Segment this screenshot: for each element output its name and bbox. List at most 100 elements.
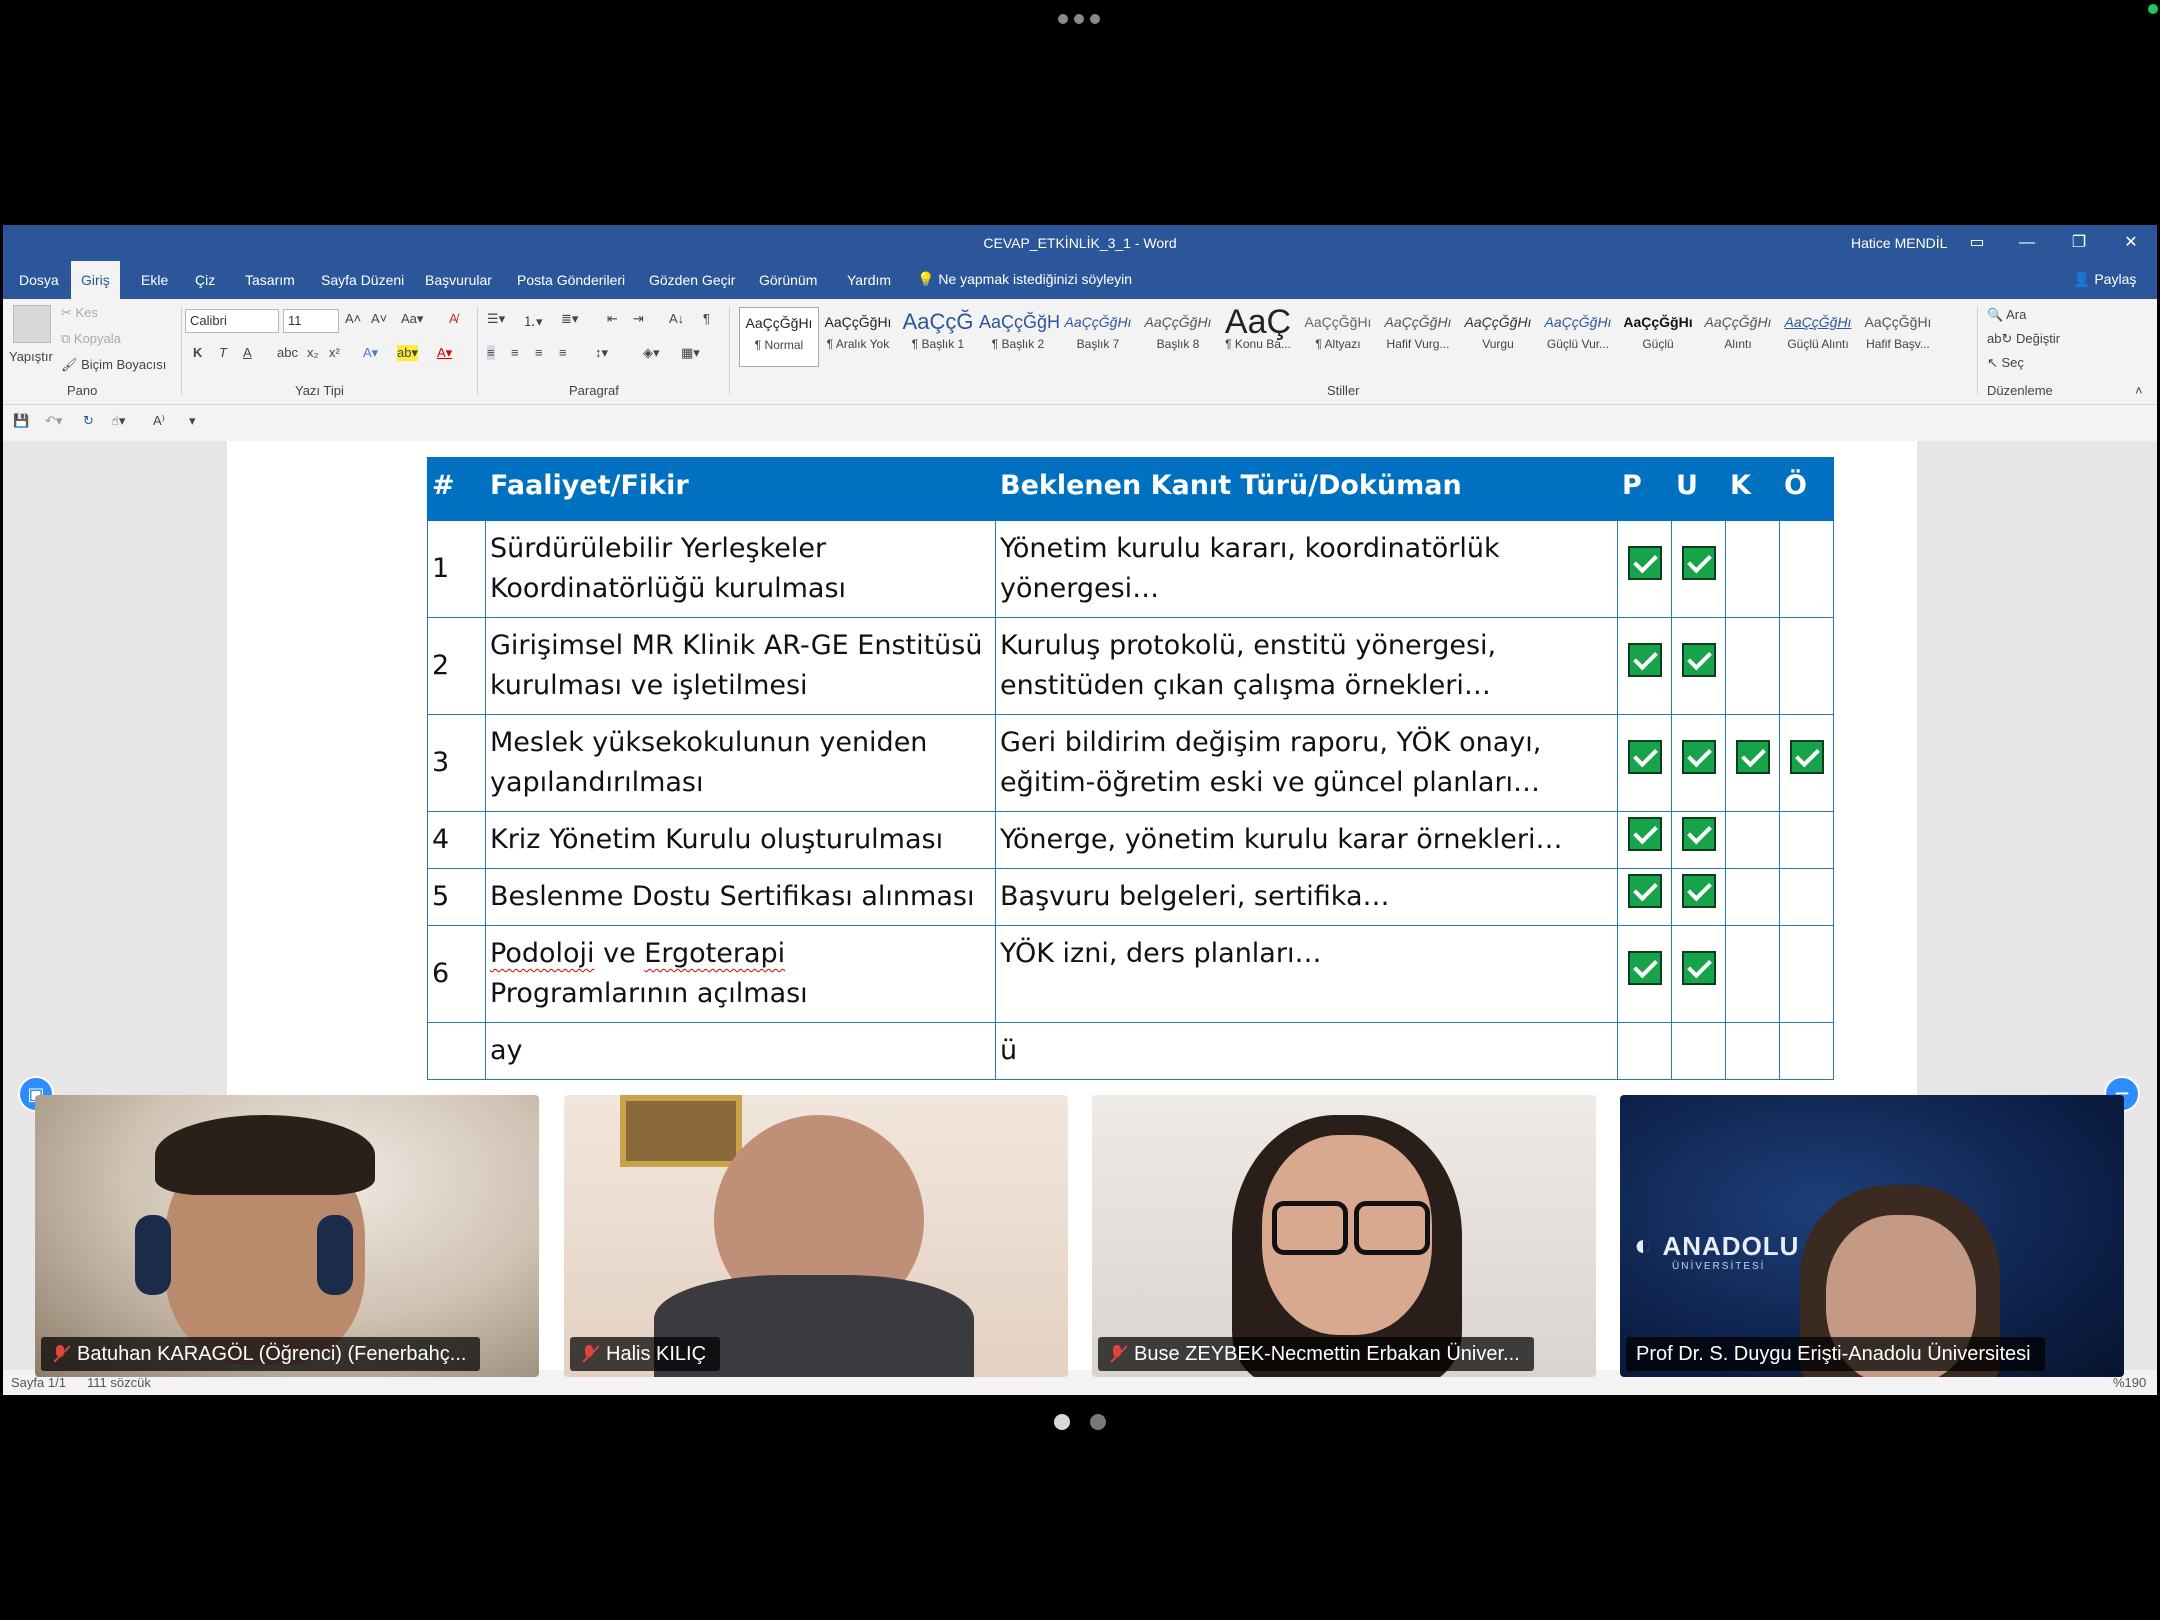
font-color-icon[interactable]: A▾	[437, 345, 452, 361]
tab-gozden-gecir[interactable]: Gözden Geçir	[639, 261, 745, 299]
style-item[interactable]: AaÇçĞğHı Güçlü	[1619, 307, 1697, 365]
subscript-icon[interactable]: x₂	[307, 345, 319, 360]
check-cell	[1617, 617, 1672, 715]
justify-icon[interactable]: ≡	[559, 345, 567, 360]
activity-cell: Sürdürülebilir Yerleşkeler Koordinatörlü…	[485, 520, 996, 618]
header-p: P	[1617, 457, 1672, 521]
find-button[interactable]: 🔍 Ara	[1987, 307, 2026, 323]
text-effects-icon[interactable]: A▾	[363, 345, 378, 361]
scissors-icon: ✂	[61, 305, 76, 320]
save-icon[interactable]: 💾	[13, 413, 29, 429]
decrease-indent-icon[interactable]: ⇤	[607, 311, 618, 327]
tell-me-search[interactable]: 💡 Ne yapmak istediğinizi söyleyin	[917, 271, 1132, 288]
tab-sayfa-duzeni[interactable]: Sayfa Düzeni	[311, 261, 414, 299]
superscript-icon[interactable]: x²	[329, 345, 340, 360]
minimize-icon[interactable]: —	[2007, 229, 2047, 257]
more-options-icon[interactable]	[1058, 14, 1102, 26]
grow-font-icon[interactable]: A˄	[345, 311, 361, 326]
style-item[interactable]: AaÇçĞğH ¶ Başlık 2	[979, 307, 1060, 365]
multilevel-list-icon[interactable]: ≣▾	[561, 311, 578, 327]
clipboard-icon[interactable]	[13, 305, 51, 343]
numbering-icon[interactable]: ⒈▾	[523, 311, 543, 330]
style-item[interactable]: AaÇçĞğHı Hafif Vurg...	[1379, 307, 1457, 365]
share-button[interactable]: 👤 Paylaş	[2073, 271, 2136, 288]
font-name-select[interactable]: Calibri	[185, 309, 279, 333]
video-tile-3[interactable]: Buse ZEYBEK-Necmettin Erbakan Üniver...	[1092, 1095, 1596, 1377]
line-spacing-icon[interactable]: ↕▾	[595, 345, 608, 361]
check-cell	[1779, 925, 1834, 1023]
undo-icon[interactable]: ↶▾	[45, 413, 62, 429]
strikethrough-icon[interactable]: abc	[277, 345, 298, 360]
style-item[interactable]: AaÇ ¶ Konu Ba...	[1219, 305, 1297, 365]
page-count[interactable]: Sayfa 1/1	[11, 1375, 66, 1390]
style-name: ¶ Konu Ba...	[1225, 337, 1291, 351]
shading-icon[interactable]: ◈▾	[643, 345, 660, 361]
copy-icon: ⧉	[61, 331, 74, 346]
cursor-icon: ↖	[1987, 355, 2002, 370]
style-item[interactable]: AaÇçĞğHı Başlık 7	[1059, 307, 1137, 365]
restore-icon[interactable]: ❐	[2059, 229, 2099, 257]
align-center-icon[interactable]: ≡	[511, 345, 519, 360]
tab-basvurular[interactable]: Başvurular	[415, 261, 502, 299]
tab-ciz[interactable]: Çiz	[185, 261, 225, 299]
italic-button[interactable]: T	[219, 345, 227, 360]
header-k: K	[1725, 457, 1780, 521]
tab-posta[interactable]: Posta Gönderileri	[507, 261, 635, 299]
format-painter-button[interactable]: 🖌 Biçim Boyacısı	[61, 357, 166, 373]
align-right-icon[interactable]: ≡	[535, 345, 543, 360]
style-item[interactable]: AaÇçĞğHı Alıntı	[1699, 307, 1777, 365]
touch-mode-icon[interactable]: ☝▾	[111, 413, 125, 429]
zoom-level[interactable]: %190	[2113, 1375, 2146, 1390]
group-label-stiller: Stiller	[1327, 383, 1360, 398]
highlight-icon[interactable]: ab▾	[397, 345, 418, 361]
sort-icon[interactable]: A↓	[669, 311, 684, 326]
redo-icon[interactable]: ↻	[83, 413, 94, 429]
customize-qat-icon[interactable]: ▾	[189, 413, 196, 429]
ribbon-display-icon[interactable]: ▭	[1957, 229, 1997, 257]
style-item[interactable]: AaÇçĞğHı Güçlü Vur...	[1539, 307, 1617, 365]
cut-button[interactable]: ✂ Kes	[61, 305, 98, 321]
paste-button[interactable]: Yapıştır	[9, 349, 53, 364]
replace-button[interactable]: ab↻ Değiştir	[1987, 331, 2060, 347]
font-size-select[interactable]: 11	[283, 309, 339, 333]
change-case-icon[interactable]: Aa▾	[401, 311, 423, 327]
tab-gorunum[interactable]: Görünüm	[749, 261, 827, 299]
clear-format-icon[interactable]: A̸	[449, 311, 458, 326]
style-item[interactable]: AaÇçĞğHı ¶ Aralık Yok	[819, 307, 897, 365]
video-tile-4[interactable]: ◐ ANADOLU ÜNİVERSİTESİ Prof Dr. S. Duygu…	[1620, 1095, 2124, 1377]
style-item[interactable]: AaÇçĞğHı Vurgu	[1459, 307, 1537, 365]
tab-tasarim[interactable]: Tasarım	[235, 261, 305, 299]
style-item[interactable]: AaÇçĞ ¶ Başlık 1	[899, 307, 977, 365]
underline-button[interactable]: A	[243, 345, 252, 360]
bullets-icon[interactable]: ☰▾	[487, 311, 505, 327]
word-count[interactable]: 111 sözcük	[87, 1375, 151, 1390]
page-dot-active[interactable]	[1054, 1414, 1070, 1430]
borders-icon[interactable]: ▦▾	[681, 345, 700, 361]
increase-indent-icon[interactable]: ⇥	[633, 311, 644, 327]
user-name[interactable]: Hatice MENDİL	[1851, 235, 1947, 251]
tab-ekle[interactable]: Ekle	[131, 261, 178, 299]
tab-yardim[interactable]: Yardım	[837, 261, 901, 299]
collapse-ribbon-icon[interactable]: ˄	[2135, 383, 2143, 398]
bold-button[interactable]: K	[193, 345, 202, 360]
close-icon[interactable]: ✕	[2111, 229, 2151, 257]
style-item[interactable]: AaÇçĞğHı ¶ Altyazı	[1299, 307, 1377, 365]
select-button[interactable]: ↖ Seç	[1987, 355, 2024, 371]
tab-giris[interactable]: Giriş	[71, 261, 120, 299]
check-cell	[1725, 868, 1780, 926]
style-name: Güçlü Alıntı	[1787, 337, 1849, 351]
shrink-font-icon[interactable]: A˅	[371, 311, 387, 326]
style-item[interactable]: AaÇçĞğHı Başlık 8	[1139, 307, 1217, 365]
align-left-icon[interactable]: ≡	[487, 345, 495, 360]
read-aloud-icon[interactable]: A⁾	[153, 413, 165, 429]
check-cell	[1779, 811, 1834, 869]
style-item[interactable]: AaÇçĞğHı Güçlü Alıntı	[1779, 307, 1857, 365]
page-dot[interactable]	[1090, 1414, 1106, 1430]
tab-dosya[interactable]: Dosya	[9, 261, 69, 299]
style-item[interactable]: AaÇçĞğHı ¶ Normal	[739, 307, 819, 367]
pilcrow-icon[interactable]: ¶	[703, 311, 710, 326]
copy-button[interactable]: ⧉ Kopyala	[61, 331, 121, 347]
style-item[interactable]: AaÇçĞğHı Hafif Başv...	[1859, 307, 1937, 365]
video-tile-1[interactable]: Batuhan KARAGÖL (Öğrenci) (Fenerbahç...	[35, 1095, 539, 1377]
video-tile-2[interactable]: Halis KILIÇ	[564, 1095, 1068, 1377]
